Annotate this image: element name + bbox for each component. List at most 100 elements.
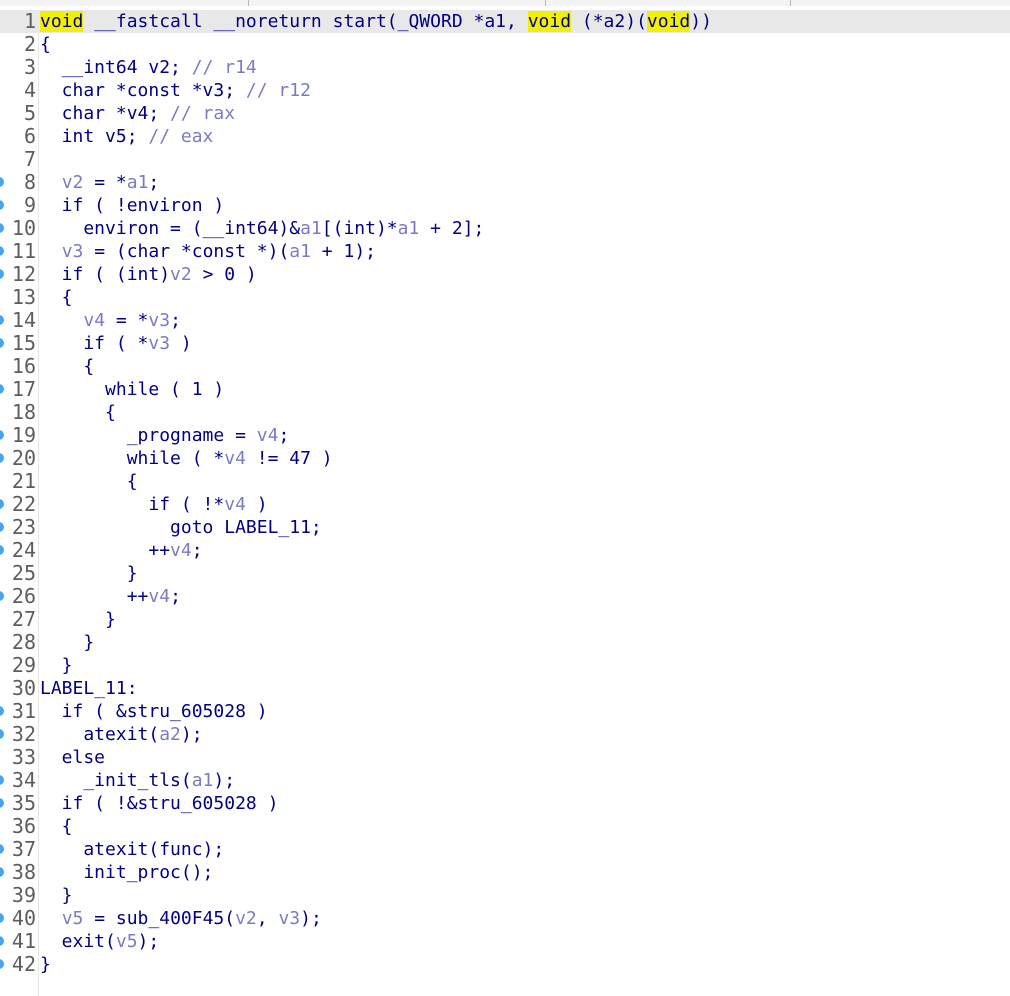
variable-token[interactable]: v2 [170,264,192,285]
code-text[interactable]: if ( *v3 ) [40,332,191,355]
code-token[interactable]: , [257,908,279,929]
code-line[interactable]: 18 { [0,401,1010,424]
code-token[interactable]: ++ [40,586,149,607]
code-line[interactable]: 26 ++v4; [0,585,1010,608]
code-text[interactable]: { [40,355,94,378]
code-line[interactable]: 33 else [0,746,1010,769]
code-text[interactable]: exit(v5); [40,930,160,953]
tab-strip[interactable] [0,0,1010,6]
code-text[interactable]: goto LABEL_11; [40,516,322,539]
code-token[interactable]: = (char *const *)( [83,241,289,262]
code-token[interactable]: { [40,34,51,55]
code-text[interactable]: char *v4; // rax [40,102,235,125]
code-line[interactable]: 5 char *v4; // rax [0,102,1010,125]
code-text[interactable]: } [40,884,73,907]
variable-token[interactable]: v4 [83,310,105,331]
code-token[interactable]: ); [181,724,203,745]
code-line[interactable]: 27 } [0,608,1010,631]
highlighted-keyword[interactable]: void [646,11,691,32]
variable-token[interactable]: a1 [289,241,311,262]
code-text[interactable]: if ( !environ ) [40,194,225,217]
code-token[interactable]: } [40,632,94,653]
code-token[interactable]: != 47 ) [246,448,333,469]
code-token[interactable]: { [40,471,138,492]
variable-token[interactable]: a1 [300,218,322,239]
code-line[interactable]: 28 } [0,631,1010,654]
code-line[interactable]: 11 v3 = (char *const *)(a1 + 1); [0,240,1010,263]
code-text[interactable]: } [40,631,94,654]
variable-token[interactable]: v4 [148,586,170,607]
code-line[interactable]: 31 if ( &stru_605028 ) [0,700,1010,723]
code-text[interactable]: v3 = (char *const *)(a1 + 1); [40,240,376,263]
code-token[interactable]: + 2]; [419,218,484,239]
code-line[interactable]: 7 [0,148,1010,171]
code-token[interactable]: ++ [40,540,170,561]
code-line[interactable]: 3 __int64 v2; // r14 [0,56,1010,79]
code-line[interactable]: 15 if ( *v3 ) [0,332,1010,355]
code-line[interactable]: 10 environ = (__int64)&a1[(int)*a1 + 2]; [0,217,1010,240]
code-text[interactable]: _progname = v4; [40,424,290,447]
code-token[interactable]: goto LABEL_11; [40,517,322,538]
code-token[interactable]: { [40,287,73,308]
code-line[interactable]: 35 if ( !&stru_605028 ) [0,792,1010,815]
code-token[interactable]: { [40,402,116,423]
code-token[interactable]: init_proc(); [40,862,213,883]
code-text[interactable]: v4 = *v3; [40,309,181,332]
variable-token[interactable]: v5 [62,908,84,929]
code-token[interactable]: _progname = [40,425,257,446]
code-token[interactable]: > 0 ) [192,264,257,285]
code-token[interactable]: ; [170,586,181,607]
code-line[interactable]: 29 } [0,654,1010,677]
code-text[interactable]: while ( 1 ) [40,378,224,401]
code-text[interactable]: } [40,608,116,631]
code-token[interactable]: __int64 v2; [40,57,192,78]
code-token[interactable]: if ( !* [40,494,224,515]
code-line[interactable]: 23 goto LABEL_11; [0,516,1010,539]
variable-token[interactable]: a1 [127,172,149,193]
code-token[interactable]: while ( 1 ) [40,379,224,400]
code-text[interactable]: else [40,746,105,769]
code-line[interactable]: 24 ++v4; [0,539,1010,562]
variable-token[interactable]: v3 [62,241,84,262]
code-token[interactable]: if ( !&stru_605028 ) [40,793,279,814]
code-line[interactable]: 36 { [0,815,1010,838]
variable-token[interactable]: v5 [116,931,138,952]
variable-token[interactable]: v2 [62,172,84,193]
code-text[interactable]: _init_tls(a1); [40,769,235,792]
code-line[interactable]: 8 v2 = *a1; [0,171,1010,194]
code-text[interactable]: { [40,33,51,56]
code-token[interactable]: = * [83,172,127,193]
code-token[interactable]: _init_tls( [40,770,191,791]
code-token[interactable]: } [40,563,138,584]
code-text[interactable]: __int64 v2; // r14 [40,56,257,79]
variable-token[interactable]: v3 [148,310,170,331]
variable-token[interactable]: v4 [170,540,192,561]
code-token[interactable]: } [40,885,73,906]
variable-token[interactable]: v4 [224,448,246,469]
code-line[interactable]: 19 _progname = v4; [0,424,1010,447]
comment-token[interactable]: // eax [148,126,213,147]
code-token[interactable]: } [40,655,73,676]
code-token[interactable]: } [40,609,116,630]
variable-token[interactable]: v2 [235,908,257,929]
code-token[interactable]: if ( !environ ) [40,195,225,216]
code-token[interactable]: atexit( [40,724,159,745]
code-text[interactable]: ++v4; [40,539,203,562]
code-text[interactable]: { [40,401,116,424]
code-text[interactable]: { [40,286,73,309]
code-token[interactable]: )) [690,11,712,32]
code-token[interactable]: ; [192,540,203,561]
code-token[interactable]: __fastcall __noreturn start(_QWORD *a1, [83,11,527,32]
code-token[interactable]: else [40,747,105,768]
code-token[interactable]: ); [138,931,160,952]
variable-token[interactable]: v4 [257,425,279,446]
variable-token[interactable]: a1 [398,218,420,239]
code-token[interactable]: = sub_400F45( [83,908,235,929]
code-text[interactable]: { [40,470,138,493]
code-text[interactable]: } [40,654,73,677]
code-line[interactable]: 20 while ( *v4 != 47 ) [0,447,1010,470]
code-line[interactable]: 41 exit(v5); [0,930,1010,953]
code-token[interactable]: environ = (__int64)& [40,218,300,239]
code-text[interactable]: void __fastcall __noreturn start(_QWORD … [40,10,712,33]
code-line[interactable]: 6 int v5; // eax [0,125,1010,148]
